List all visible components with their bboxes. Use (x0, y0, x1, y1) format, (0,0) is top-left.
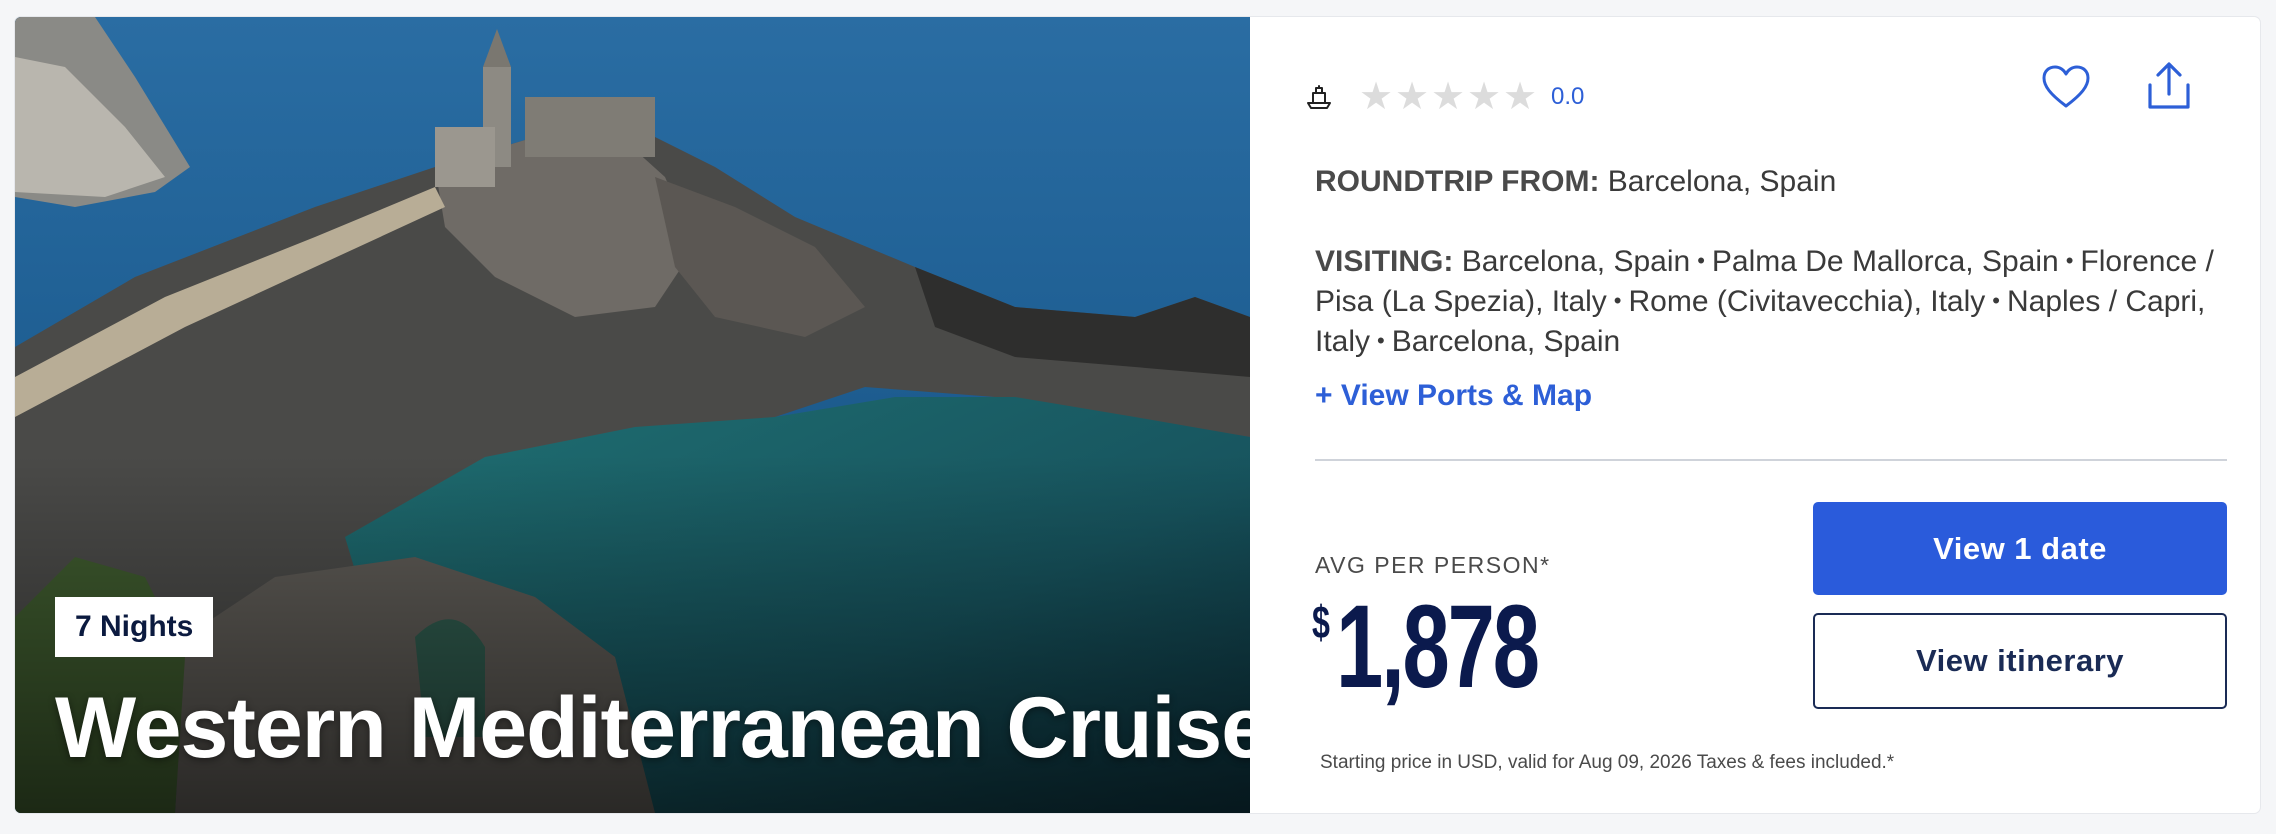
visiting-label: VISITING: (1315, 245, 1454, 278)
roundtrip-value: Barcelona, Spain (1607, 165, 1837, 198)
rating-row[interactable]: ★ ★ ★ ★ ★ 0.0 (1305, 77, 1584, 117)
view-dates-button[interactable]: View 1 date (1813, 502, 2227, 595)
heart-icon[interactable] (2040, 62, 2092, 114)
star-icon: ★ (1359, 76, 1394, 118)
visiting-info: VISITING: Barcelona, Spain • Palma De Mall… (1315, 245, 2214, 358)
star-icon: ★ (1395, 76, 1430, 118)
price-disclaimer: Starting price in USD, valid for Aug 09,… (1320, 752, 1895, 773)
star-icon: ★ (1467, 76, 1502, 118)
port-item: Barcelona, Spain (1391, 325, 1621, 358)
cruise-card: 7 Nights Western Mediterranean Cruise ★ … (15, 17, 2260, 813)
star-icon: ★ (1503, 76, 1538, 118)
port-item: Palma De Mallorca, Spain (1711, 245, 2059, 278)
info-panel: ★ ★ ★ ★ ★ 0.0 ROUNDTRIP FROM: Barcelona,… (1250, 17, 2260, 813)
avg-per-person-label: AVG PER PERSON* (1315, 552, 1551, 578)
cruise-title[interactable]: Western Mediterranean Cruise (55, 685, 1250, 771)
price-amount: 1,878 (1336, 581, 1540, 713)
roundtrip-info: ROUNDTRIP FROM: Barcelona, Spain (1315, 165, 1836, 199)
star-rating: ★ ★ ★ ★ ★ (1359, 78, 1537, 116)
rating-value: 0.0 (1551, 83, 1585, 110)
share-icon[interactable] (2143, 61, 2195, 113)
ship-icon (1307, 85, 1331, 109)
hero-image[interactable]: 7 Nights Western Mediterranean Cruise (15, 17, 1250, 813)
port-item: Rome (Civitavecchia), Italy (1628, 285, 1986, 318)
star-icon: ★ (1431, 76, 1466, 118)
roundtrip-label: ROUNDTRIP FROM: (1315, 165, 1600, 198)
port-item: Barcelona, Spain (1461, 245, 1691, 278)
view-itinerary-button[interactable]: View itinerary (1813, 613, 2227, 709)
currency-symbol: $ (1312, 596, 1330, 648)
divider (1315, 459, 2227, 461)
nights-badge: 7 Nights (55, 597, 214, 657)
view-ports-map-link[interactable]: + View Ports & Map (1315, 379, 1592, 413)
